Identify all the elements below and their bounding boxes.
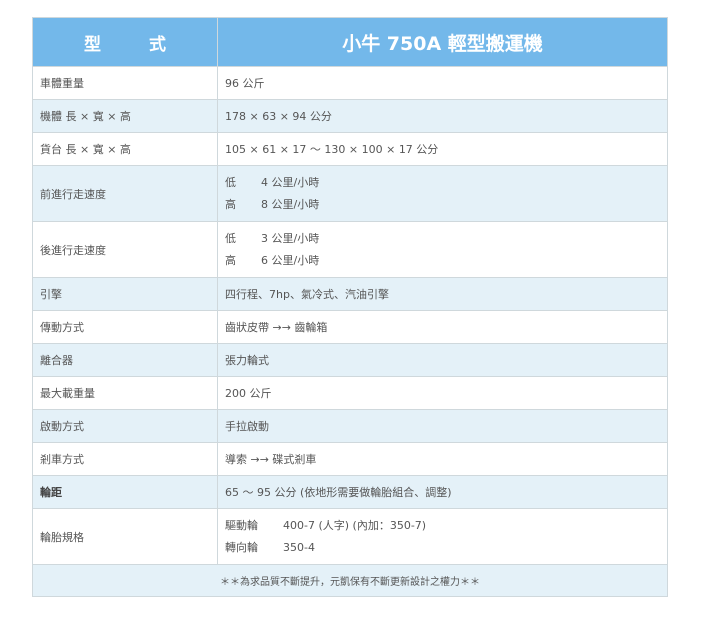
speed-line: 高 6 公里/小時 bbox=[225, 250, 660, 272]
table-row: 啟動方式 手拉啟動 bbox=[32, 409, 668, 443]
table-row: 剎車方式 導索 →→ 碟式剎車 bbox=[32, 442, 668, 476]
table-row: 機體 長 × 寬 × 高 178 × 63 × 94 公分 bbox=[32, 99, 668, 133]
speed-line: 低 3 公里/小時 bbox=[225, 228, 660, 250]
header-type-label: 型式 bbox=[32, 17, 218, 67]
row-label: 離合器 bbox=[32, 343, 218, 377]
header-label-right: 式 bbox=[149, 34, 166, 55]
table-row: 輪胎規格 驅動輪 400-7 (人字) (內加：350-7) 轉向輪 350-4 bbox=[32, 508, 668, 565]
row-label: 啟動方式 bbox=[32, 409, 218, 443]
row-value: 低 3 公里/小時 高 6 公里/小時 bbox=[217, 221, 668, 278]
row-label: 輪胎規格 bbox=[32, 508, 218, 565]
row-label: 最大載重量 bbox=[32, 376, 218, 410]
row-value: 手拉啟動 bbox=[217, 409, 668, 443]
row-label: 前進行走速度 bbox=[32, 165, 218, 222]
row-value: 驅動輪 400-7 (人字) (內加：350-7) 轉向輪 350-4 bbox=[217, 508, 668, 565]
speed-line: 高 8 公里/小時 bbox=[225, 194, 660, 216]
table-footer-row: ＊＊為求品質不斷提升，元凱保有不斷更新設計之權力＊＊ bbox=[32, 564, 668, 597]
speed-line: 低 4 公里/小時 bbox=[225, 172, 660, 194]
row-label: 後進行走速度 bbox=[32, 221, 218, 278]
row-value: 四行程、7hp、氣冷式、汽油引擎 bbox=[217, 277, 668, 311]
tire-value: 350-4 bbox=[283, 540, 315, 554]
tire-value: 400-7 (人字) (內加：350-7) bbox=[283, 518, 427, 532]
tire-type: 驅動輪 bbox=[225, 518, 258, 532]
table-row: 車體重量 96 公斤 bbox=[32, 66, 668, 100]
spec-table: 型式 小牛 750A 輕型搬運機 車體重量 96 公斤 機體 長 × 寬 × 高… bbox=[32, 17, 668, 597]
row-value: 齒狀皮帶 →→ 齒輪箱 bbox=[217, 310, 668, 344]
row-value: 105 × 61 × 17 ～ 130 × 100 × 17 公分 bbox=[217, 132, 668, 166]
header-label-left: 型 bbox=[84, 34, 101, 55]
table-row: 後進行走速度 低 3 公里/小時 高 6 公里/小時 bbox=[32, 221, 668, 278]
row-label: 傳動方式 bbox=[32, 310, 218, 344]
table-row: 引擎 四行程、7hp、氣冷式、汽油引擎 bbox=[32, 277, 668, 311]
speed-value: 6 公里/小時 bbox=[261, 253, 320, 267]
tire-line: 轉向輪 350-4 bbox=[225, 537, 660, 559]
speed-level: 高 bbox=[225, 197, 236, 211]
row-label: 剎車方式 bbox=[32, 442, 218, 476]
speed-value: 4 公里/小時 bbox=[261, 175, 320, 189]
footer-note: ＊＊為求品質不斷提升，元凱保有不斷更新設計之權力＊＊ bbox=[32, 564, 668, 597]
table-row: 傳動方式 齒狀皮帶 →→ 齒輪箱 bbox=[32, 310, 668, 344]
row-value: 低 4 公里/小時 高 8 公里/小時 bbox=[217, 165, 668, 222]
speed-value: 3 公里/小時 bbox=[261, 231, 320, 245]
tire-line: 驅動輪 400-7 (人字) (內加：350-7) bbox=[225, 515, 660, 537]
table-row: 離合器 張力輪式 bbox=[32, 343, 668, 377]
header-product-name: 小牛 750A 輕型搬運機 bbox=[217, 17, 668, 67]
table-row: 輪距 65 ～ 95 公分 (依地形需要做輪胎組合、調整) bbox=[32, 475, 668, 509]
table-row: 貨台 長 × 寬 × 高 105 × 61 × 17 ～ 130 × 100 ×… bbox=[32, 132, 668, 166]
speed-level: 高 bbox=[225, 253, 236, 267]
row-label: 引擎 bbox=[32, 277, 218, 311]
tire-type: 轉向輪 bbox=[225, 540, 258, 554]
table-row: 前進行走速度 低 4 公里/小時 高 8 公里/小時 bbox=[32, 165, 668, 222]
speed-level: 低 bbox=[225, 175, 236, 189]
row-value: 200 公斤 bbox=[217, 376, 668, 410]
speed-value: 8 公里/小時 bbox=[261, 197, 320, 211]
row-value: 96 公斤 bbox=[217, 66, 668, 100]
row-value: 導索 →→ 碟式剎車 bbox=[217, 442, 668, 476]
row-label: 輪距 bbox=[32, 475, 218, 509]
row-value: 張力輪式 bbox=[217, 343, 668, 377]
row-label: 機體 長 × 寬 × 高 bbox=[32, 99, 218, 133]
row-label: 車體重量 bbox=[32, 66, 218, 100]
speed-level: 低 bbox=[225, 231, 236, 245]
row-value: 178 × 63 × 94 公分 bbox=[217, 99, 668, 133]
table-header-row: 型式 小牛 750A 輕型搬運機 bbox=[32, 17, 668, 67]
row-label: 貨台 長 × 寬 × 高 bbox=[32, 132, 218, 166]
row-value: 65 ～ 95 公分 (依地形需要做輪胎組合、調整) bbox=[217, 475, 668, 509]
table-row: 最大載重量 200 公斤 bbox=[32, 376, 668, 410]
